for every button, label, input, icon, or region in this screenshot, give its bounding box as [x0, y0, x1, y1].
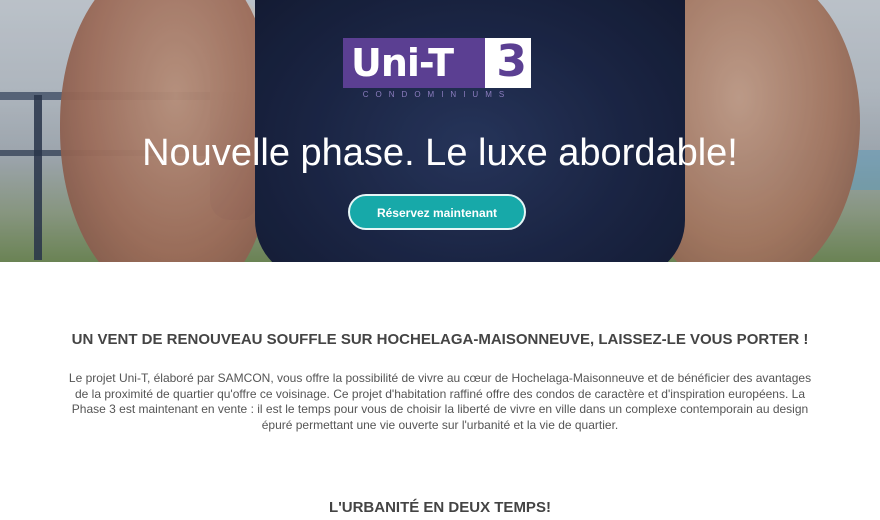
uni-t-logo[interactable]: Uni-T 3 CONDOMINIUMS — [343, 36, 531, 102]
section1-heading: UN VENT DE RENOUVEAU SOUFFLE SUR HOCHELA… — [71, 331, 809, 348]
hero-title: Nouvelle phase. Le luxe abordable! — [142, 132, 738, 174]
reserve-now-button[interactable]: Réservez maintenant — [348, 194, 526, 230]
logo-badge: Uni-T 3 — [343, 36, 531, 88]
logo-text: Uni-T — [351, 41, 454, 85]
logo-subtitle: CONDOMINIUMS — [362, 90, 512, 99]
section1-paragraph: Le projet Uni-T, élaboré par SAMCON, vou… — [68, 371, 812, 432]
logo-number: 3 — [496, 36, 527, 87]
section2-heading: L'URBANITÉ EN DEUX TEMPS! — [329, 499, 551, 516]
hero-banner: Uni-T 3 CONDOMINIUMS Nouvelle phase. Le … — [0, 0, 880, 262]
